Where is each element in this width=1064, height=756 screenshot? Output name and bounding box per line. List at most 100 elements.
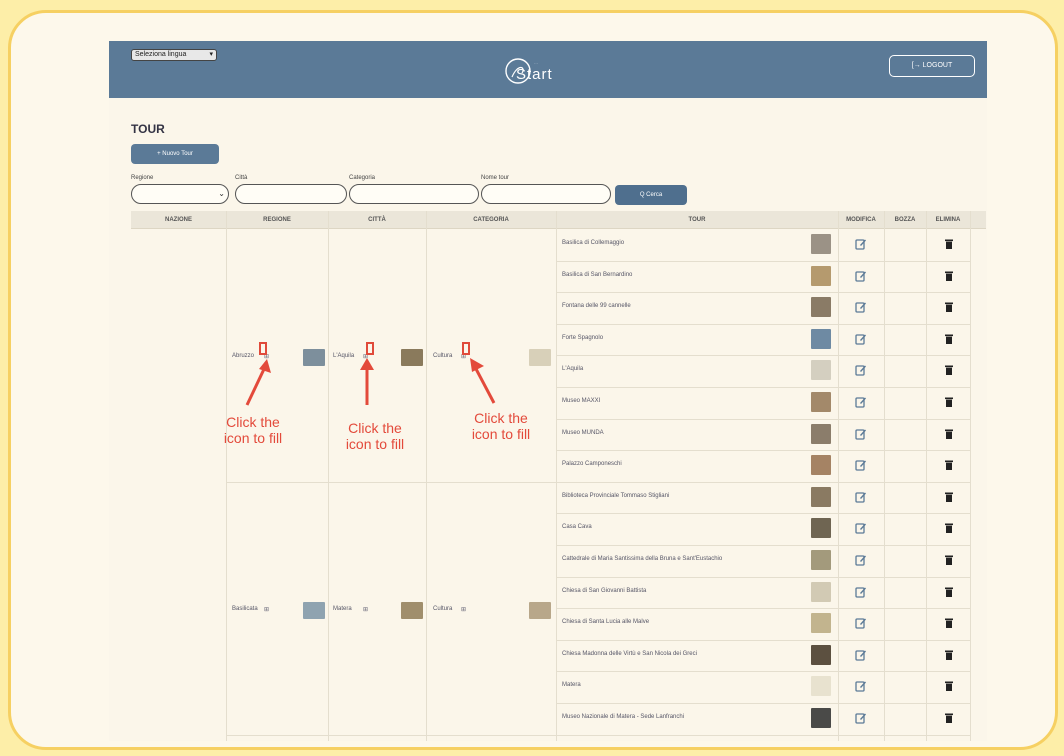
edit-icon[interactable] [855, 554, 867, 566]
row-divider [556, 355, 970, 357]
trash-icon[interactable] [945, 650, 953, 660]
tour-name: Cattedrale di Maria Santissima della Bru… [562, 556, 723, 562]
new-tour-button[interactable]: + Nuovo Tour [131, 144, 219, 164]
trash-icon[interactable] [945, 429, 953, 439]
trash-icon[interactable] [945, 271, 953, 281]
tour-thumbnail [811, 297, 831, 318]
nome-tour-input[interactable] [481, 184, 611, 204]
trash-icon[interactable] [945, 587, 953, 597]
row-divider [556, 703, 970, 704]
trash-icon[interactable] [945, 365, 953, 376]
categoria-value: Cultura [433, 606, 453, 613]
categoria-filter-label: Categoria [349, 175, 376, 181]
regione-fill-icon[interactable]: ⊞ [264, 606, 269, 613]
edit-icon[interactable] [855, 428, 867, 440]
tour-name: Chiesa Madonna delle Virtù e San Nicola … [562, 650, 697, 657]
categoria-thumbnail [529, 602, 551, 620]
annotation-arrow-1 [245, 359, 271, 406]
trash-icon[interactable] [945, 302, 953, 313]
row-divider [556, 608, 970, 610]
tour-thumbnail [811, 550, 831, 570]
tour-name: Basilica di San Bernardino [562, 271, 633, 278]
column-divider [884, 211, 885, 741]
citta-fill-icon[interactable]: ⊞ [363, 606, 368, 613]
regione-select[interactable]: ⌄ [131, 184, 229, 204]
tour-table: NAZIONE REGIONE CITTÀ CATEGORIA TOUR MOD… [131, 211, 986, 741]
trash-icon[interactable] [945, 460, 953, 471]
row-divider [556, 576, 970, 578]
tour-thumbnail [811, 392, 831, 412]
trash-icon[interactable] [945, 618, 953, 629]
edit-icon[interactable] [855, 364, 867, 377]
tour-name: Biblioteca Provinciale Tommaso Stigliani [562, 492, 670, 499]
language-select[interactable]: Seleziona lingua ▾ [131, 49, 217, 61]
header-elimina: ELIMINA [935, 217, 961, 223]
tour-thumbnail [811, 360, 831, 381]
column-divider [426, 211, 427, 741]
edit-icon[interactable] [855, 333, 867, 345]
annotation-label-1: Click the icon to fill [223, 414, 283, 446]
group-divider [226, 734, 556, 736]
annotation-label-3: Click the icon to fill [471, 410, 531, 442]
regione-value: Basilicata [232, 606, 258, 613]
citta-input[interactable] [235, 184, 347, 204]
categoria-value: Cultura [433, 353, 453, 360]
header-tour: TOUR [688, 217, 706, 223]
trash-icon[interactable] [945, 492, 953, 502]
column-divider [226, 211, 227, 741]
row-divider [556, 545, 970, 546]
row-divider [556, 418, 970, 420]
tour-name: Matera [562, 682, 581, 689]
tour-thumbnail [811, 518, 831, 539]
trash-icon[interactable] [945, 239, 953, 249]
column-divider [970, 211, 971, 741]
edit-icon[interactable] [855, 522, 867, 535]
edit-icon[interactable] [855, 396, 867, 408]
edit-icon[interactable] [855, 491, 867, 503]
edit-icon[interactable] [855, 712, 867, 724]
logout-label: [→ LOGOUT [911, 62, 953, 69]
tour-thumbnail [811, 708, 831, 728]
edit-icon[interactable] [855, 680, 867, 693]
edit-icon[interactable] [855, 617, 867, 629]
edit-icon[interactable] [855, 301, 867, 313]
tour-thumbnail [811, 455, 831, 476]
edit-icon[interactable] [855, 238, 867, 250]
regione-thumbnail [303, 349, 325, 367]
row-divider [556, 734, 970, 736]
regione-thumbnail [303, 602, 325, 620]
trash-icon[interactable] [945, 681, 953, 692]
tour-name: Museo Nazionale di Matera - Sede Lanfran… [562, 714, 685, 720]
trash-icon[interactable] [945, 397, 953, 407]
tour-thumbnail [811, 486, 831, 507]
app-window: Seleziona lingua ▾ … Start [→ LOGOUT TOU… [109, 41, 987, 741]
logo-subtitle: … [534, 60, 539, 65]
row-divider [556, 639, 970, 641]
tour-name: Chiesa di Santa Lucia alle Malve [562, 619, 650, 626]
column-divider [328, 211, 329, 741]
tour-name: Casa Cava [562, 524, 592, 531]
trash-icon[interactable] [945, 713, 953, 723]
app-logo: … Start [504, 53, 604, 89]
row-divider [556, 260, 970, 262]
categoria-fill-icon[interactable]: ⊞ [461, 606, 466, 613]
tour-name: L'Aquila [562, 366, 584, 373]
categoria-input[interactable] [349, 184, 479, 204]
trash-icon[interactable] [945, 523, 953, 534]
table-header: NAZIONE REGIONE CITTÀ CATEGORIA TOUR MOD… [131, 211, 986, 229]
tour-thumbnail [811, 613, 831, 634]
logo-text: Start [516, 66, 553, 83]
logout-button[interactable]: [→ LOGOUT [889, 55, 975, 77]
edit-icon[interactable] [855, 586, 867, 598]
edit-icon[interactable] [855, 270, 867, 282]
edit-icon[interactable] [855, 649, 867, 661]
search-button[interactable]: Q Cerca [615, 185, 687, 205]
column-divider [838, 211, 839, 741]
chevron-down-icon: ▾ [209, 51, 213, 58]
header-categoria: CATEGORIA [473, 217, 509, 223]
trash-icon[interactable] [945, 334, 953, 344]
row-divider [556, 513, 970, 515]
edit-icon[interactable] [855, 459, 867, 471]
row-divider [556, 387, 970, 388]
trash-icon[interactable] [945, 555, 953, 565]
